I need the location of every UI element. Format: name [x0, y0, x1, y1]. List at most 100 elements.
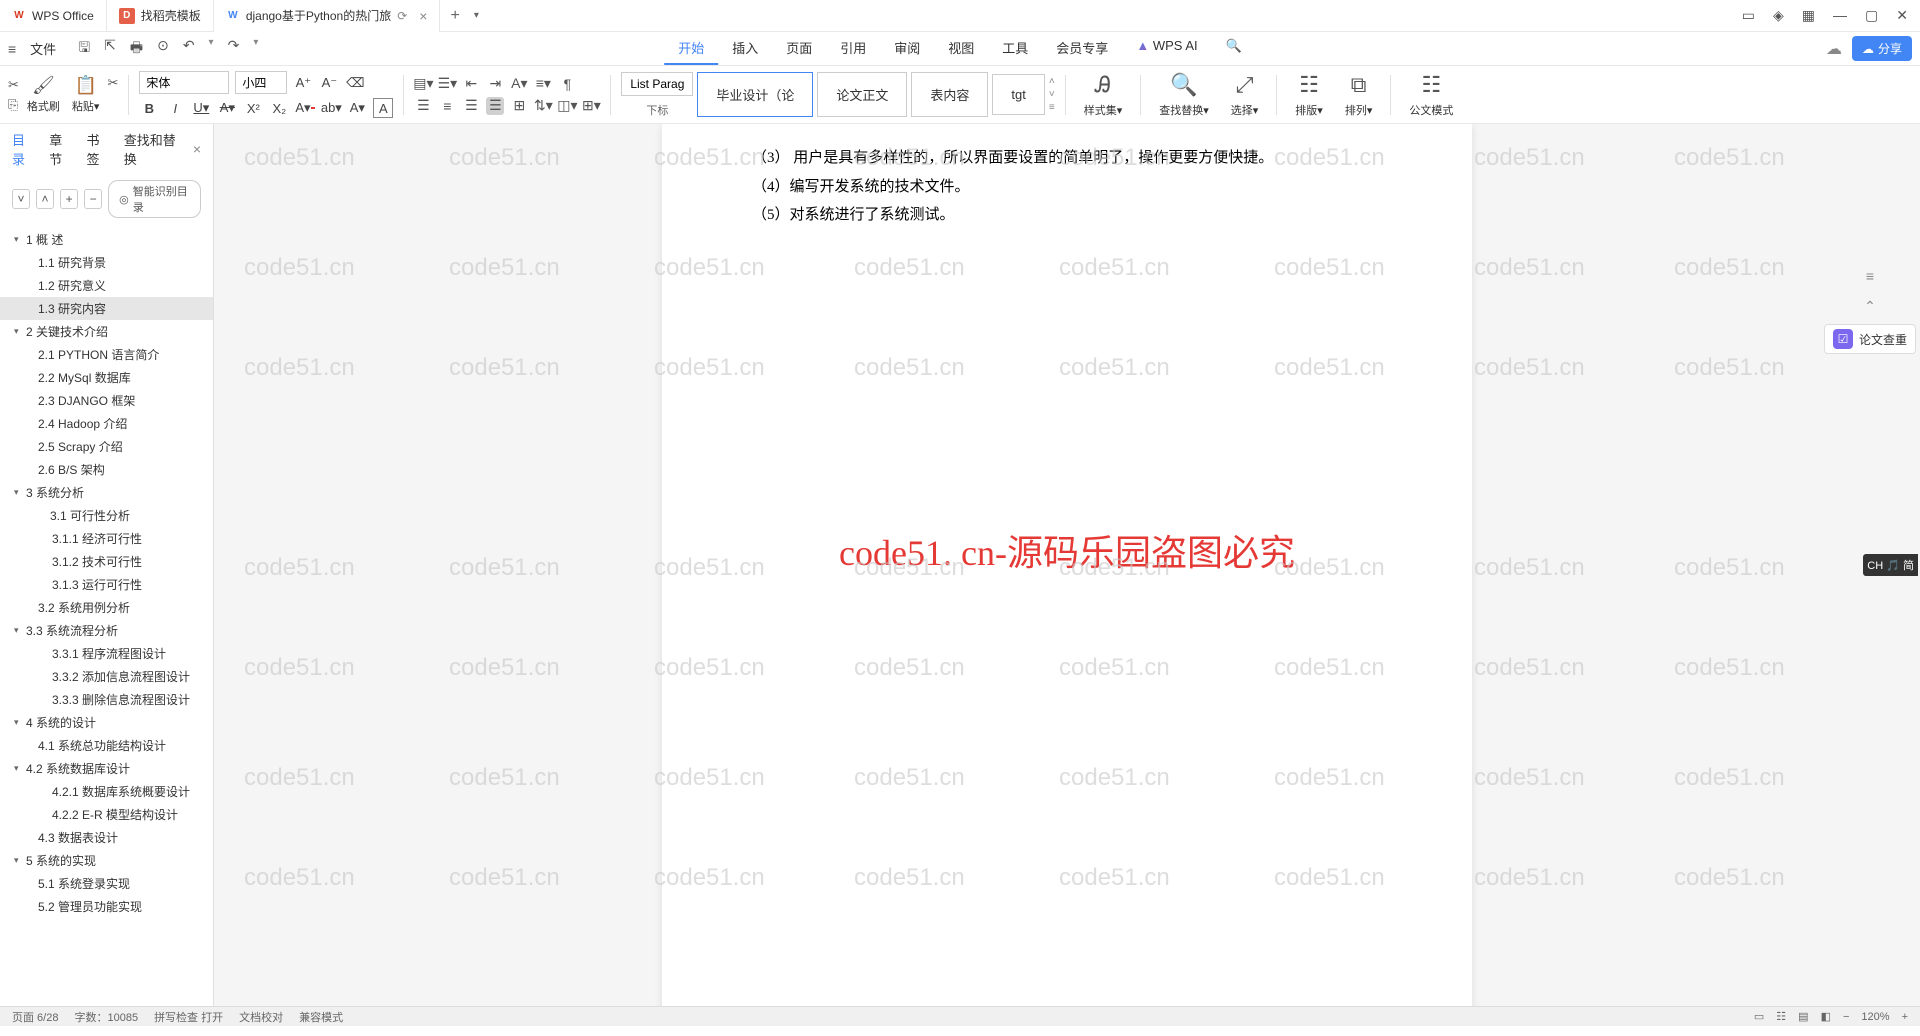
status-page[interactable]: 页面 6/28: [12, 1009, 58, 1025]
style-name-input[interactable]: [621, 72, 693, 96]
status-spellcheck[interactable]: 拼写检查 打开: [154, 1009, 223, 1025]
govdoc-button[interactable]: ☷ 公文模式: [1401, 72, 1461, 118]
tab-page[interactable]: 页面: [772, 32, 826, 65]
align-right-icon[interactable]: ☰: [462, 97, 480, 115]
share-button[interactable]: ☁ 分享: [1852, 36, 1912, 61]
toc-item[interactable]: 3.1.3 运行可行性: [0, 573, 213, 596]
toc-item[interactable]: ▾3 系统分析: [0, 481, 213, 504]
underline-button[interactable]: U▾: [191, 98, 211, 118]
ruler-toggle-icon[interactable]: ≡: [1858, 264, 1882, 288]
paste-button[interactable]: 📋 粘贴▾: [68, 75, 104, 114]
hamburger-icon[interactable]: ≡: [8, 41, 16, 57]
scissors-icon[interactable]: ✂: [107, 75, 118, 91]
linespacing-icon[interactable]: ⇅▾: [534, 97, 552, 115]
toc-item[interactable]: 3.2 系统用例分析: [0, 596, 213, 619]
select-button[interactable]: ⤢ 选择▾: [1223, 72, 1267, 118]
clear-format-icon[interactable]: ⌫: [345, 73, 365, 93]
tab-insert[interactable]: 插入: [718, 32, 772, 65]
minimize-button[interactable]: —: [1833, 7, 1847, 24]
caseconv-icon[interactable]: A▾: [510, 75, 528, 93]
layout-button[interactable]: ☷ 排版▾: [1287, 72, 1331, 118]
toc-item[interactable]: 1.3 研究内容: [0, 297, 213, 320]
new-tab-button[interactable]: +: [440, 7, 469, 25]
tab-start[interactable]: 开始: [664, 32, 718, 65]
toc-item[interactable]: 4.3 数据表设计: [0, 826, 213, 849]
format-painter-button[interactable]: 🖌 格式刷: [23, 75, 64, 114]
toc-item[interactable]: 3.3.3 删除信息流程图设计: [0, 688, 213, 711]
nav-tab-chapter[interactable]: 章节: [49, 130, 70, 168]
shading-button[interactable]: A▾: [347, 98, 367, 118]
toc-item[interactable]: ▾4 系统的设计: [0, 711, 213, 734]
number-list-icon[interactable]: ☰▾: [438, 75, 456, 93]
style-option-3[interactable]: 表内容: [911, 72, 988, 117]
print-icon[interactable]: 🖶: [130, 37, 143, 61]
tab-close-icon[interactable]: ×: [419, 8, 427, 24]
toc-item[interactable]: 3.1.1 经济可行性: [0, 527, 213, 550]
toc-item[interactable]: ▾5 系统的实现: [0, 849, 213, 872]
toc-item[interactable]: 2.4 Hadoop 介绍: [0, 412, 213, 435]
char-border-button[interactable]: A: [373, 98, 393, 118]
toc-item[interactable]: 3.1.2 技术可行性: [0, 550, 213, 573]
bullet-list-icon[interactable]: ▤▾: [414, 75, 432, 93]
preview-icon[interactable]: ⊙: [157, 37, 169, 61]
toc-item[interactable]: 2.5 Scrapy 介绍: [0, 435, 213, 458]
tab-daoke[interactable]: D 找稻壳模板: [107, 0, 214, 32]
font-size-select[interactable]: 小四: [235, 71, 287, 94]
nav-tab-find[interactable]: 查找和替换: [124, 130, 177, 168]
search-icon[interactable]: 🔍: [1212, 32, 1256, 65]
nav-tab-toc[interactable]: 目录: [12, 130, 33, 168]
outdent-icon[interactable]: ⇤: [462, 75, 480, 93]
nav-tab-bookmark[interactable]: 书签: [86, 130, 107, 168]
toc-item[interactable]: 5.2 管理员功能实现: [0, 895, 213, 918]
toc-item[interactable]: 5.1 系统登录实现: [0, 872, 213, 895]
style-more-icon[interactable]: ≡: [1049, 102, 1055, 113]
toc-item[interactable]: 4.2.2 E-R 模型结构设计: [0, 803, 213, 826]
window-btn-2[interactable]: ◈: [1773, 7, 1784, 24]
export-icon[interactable]: ⇱: [104, 37, 116, 61]
toc-item[interactable]: 2.3 DJANGO 框架: [0, 389, 213, 412]
style-down-icon[interactable]: ˅: [1049, 89, 1055, 100]
tab-wps-office[interactable]: W WPS Office: [0, 0, 107, 32]
file-menu[interactable]: 文件: [26, 39, 60, 58]
tab-dropdown-icon[interactable]: ▾: [470, 10, 483, 21]
font-decrease-icon[interactable]: A⁻: [319, 73, 339, 93]
highlight-button[interactable]: ab▾: [321, 98, 341, 118]
save-icon[interactable]: 🖫: [78, 37, 90, 61]
style-up-icon[interactable]: ˄: [1049, 76, 1055, 87]
toc-item[interactable]: 2.6 B/S 架构: [0, 458, 213, 481]
maximize-button[interactable]: ▢: [1865, 7, 1878, 24]
view-mode-3-icon[interactable]: ▤: [1798, 1010, 1808, 1023]
style-option-4[interactable]: tgt: [992, 74, 1044, 115]
tab-review[interactable]: 审阅: [880, 32, 934, 65]
showmarks-icon[interactable]: ¶: [558, 75, 576, 93]
status-compat[interactable]: 兼容模式: [299, 1009, 343, 1025]
ai-toc-button[interactable]: ◎ 智能识别目录: [108, 180, 201, 218]
ime-badge[interactable]: CH 🎵 简: [1863, 554, 1918, 576]
view-mode-4-icon[interactable]: ◧: [1821, 1010, 1831, 1023]
distribute-icon[interactable]: ⊞: [510, 97, 528, 115]
status-proofing[interactable]: 文档校对: [239, 1009, 283, 1025]
toc-item[interactable]: ▾3.3 系统流程分析: [0, 619, 213, 642]
close-button[interactable]: ✕: [1896, 7, 1908, 24]
tab-tools[interactable]: 工具: [988, 32, 1042, 65]
zoom-level[interactable]: 120%: [1861, 1011, 1889, 1023]
toc-item[interactable]: ▾1 概 述: [0, 228, 213, 251]
toc-item[interactable]: 1.1 研究背景: [0, 251, 213, 274]
nav-close-icon[interactable]: ×: [193, 141, 201, 157]
status-wordcount[interactable]: 字数：10085: [74, 1009, 138, 1025]
undo-icon[interactable]: ↶: [183, 37, 195, 61]
window-btn-1[interactable]: ▭: [1742, 7, 1755, 24]
arrange-button[interactable]: ⧉ 排列▾: [1337, 72, 1381, 118]
subscript-button[interactable]: X₂: [269, 98, 289, 118]
cloud-icon[interactable]: ☁: [1826, 39, 1842, 59]
toc-item[interactable]: 3.3.1 程序流程图设计: [0, 642, 213, 665]
toc-item[interactable]: ▾4.2 系统数据库设计: [0, 757, 213, 780]
indent-icon[interactable]: ⇥: [486, 75, 504, 93]
toc-item[interactable]: 4.1 系统总功能结构设计: [0, 734, 213, 757]
align-center-icon[interactable]: ≡: [438, 97, 456, 115]
tab-view[interactable]: 视图: [934, 32, 988, 65]
tab-wps-ai[interactable]: ▲ WPS AI: [1122, 32, 1211, 65]
style-option-2[interactable]: 论文正文: [817, 72, 907, 117]
styleset-button[interactable]: Ꭿ 样式集▾: [1076, 72, 1131, 118]
undo-dropdown-icon[interactable]: ▾: [209, 37, 214, 61]
